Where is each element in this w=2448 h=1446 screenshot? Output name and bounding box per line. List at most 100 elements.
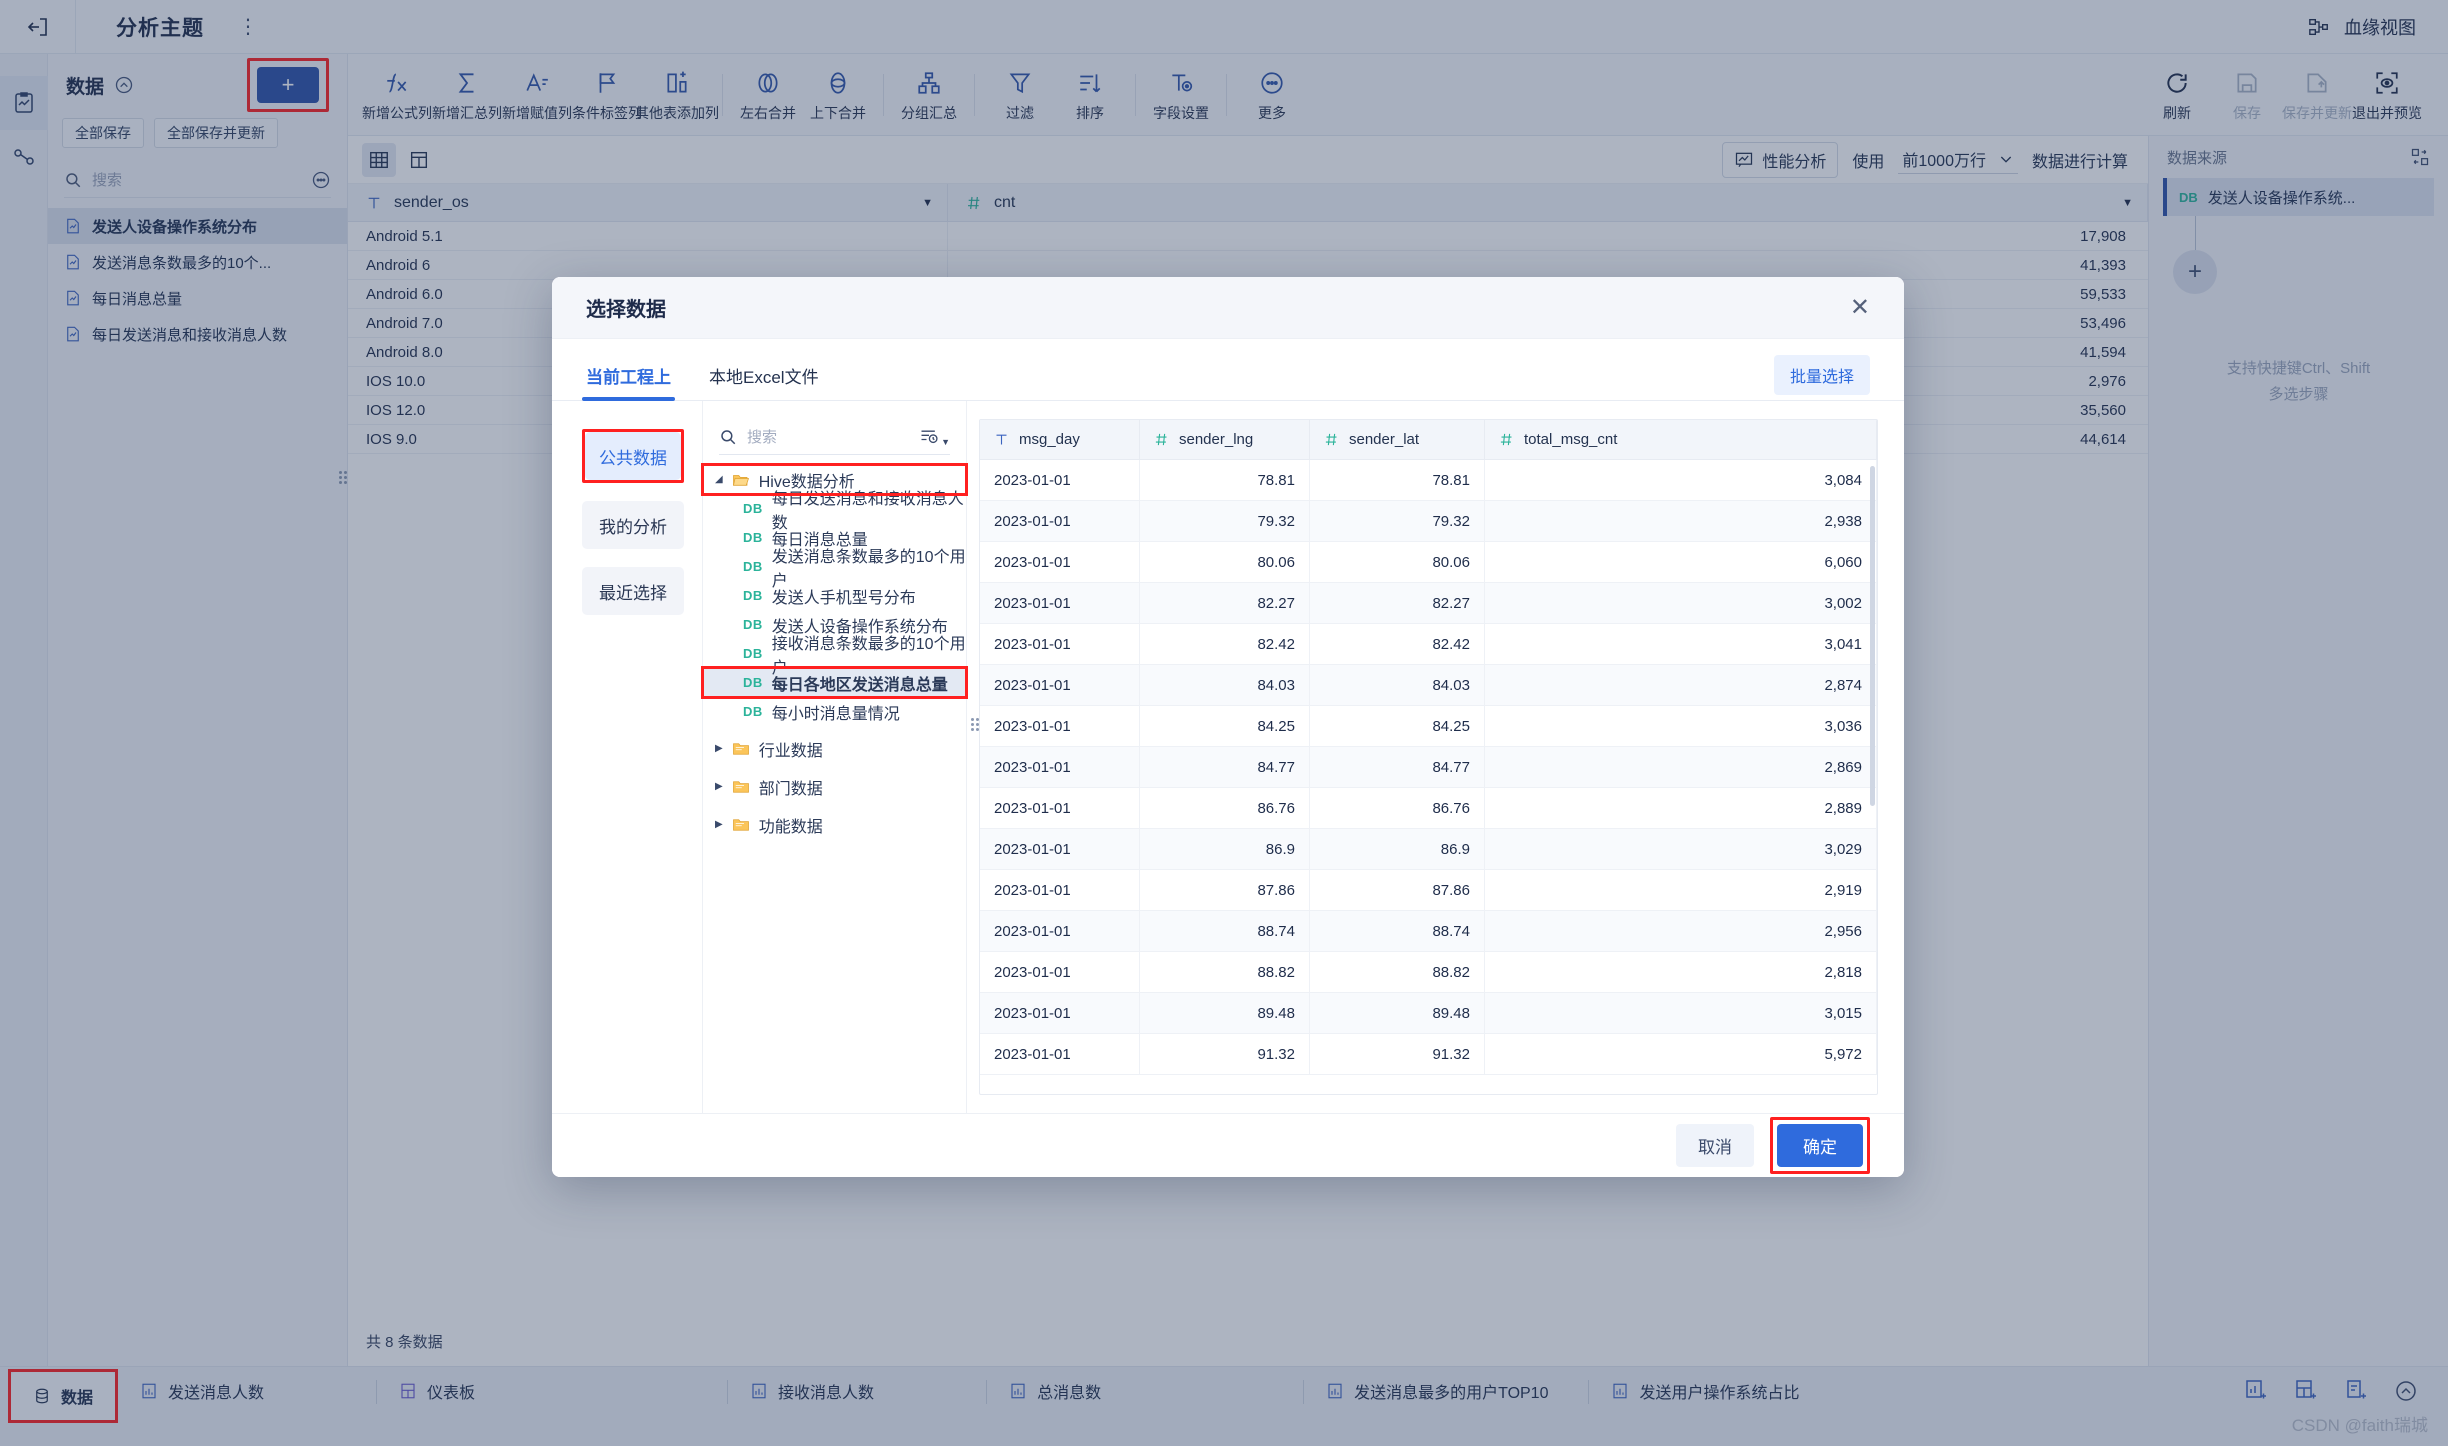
save-all-button[interactable]: 全部保存 (62, 118, 144, 148)
lineage-view-button[interactable]: 血缘视图 (2308, 14, 2416, 40)
grid-view-button[interactable] (362, 143, 396, 177)
batch-select-button[interactable]: 批量选择 (1774, 355, 1870, 395)
bottom-tab-data[interactable]: 数据 (11, 1372, 115, 1420)
toolbar-field-settings[interactable]: 字段设置 (1146, 67, 1216, 123)
tab-current-project[interactable]: 当前工程上 (586, 363, 671, 400)
recent-filter-icon[interactable]: ▼ (919, 427, 950, 447)
table-row[interactable]: 2023-01-0182.2782.273,002 (980, 583, 1877, 624)
toolbar-more[interactable]: 更多 (1237, 67, 1307, 123)
tab-local-excel[interactable]: 本地Excel文件 (709, 363, 819, 400)
row-limit-select[interactable]: 前1000万行 (1898, 145, 2018, 174)
tree-item-3[interactable]: DB 发送消息条数最多的10个用户 (703, 552, 966, 581)
structure-view-button[interactable] (402, 143, 436, 177)
table-row[interactable]: 2023-01-0179.3279.322,938 (980, 501, 1877, 542)
tree-item-selected[interactable]: DB 每日各地区发送消息总量 (703, 668, 966, 697)
sidebar-item-1[interactable]: 发送消息条数最多的10个... (48, 244, 347, 280)
save-all-update-button[interactable]: 全部保存并更新 (154, 118, 278, 148)
toolbar-save[interactable]: 保存 (2212, 67, 2282, 123)
tree-folder-function[interactable]: ▶ 功能数据 (703, 810, 966, 839)
preview-header-cell-1[interactable]: sender_lng (1140, 420, 1310, 459)
tree-item-6[interactable]: DB 接收消息条数最多的10个用户 (703, 639, 966, 668)
table-row[interactable]: 2023-01-0191.3291.325,972 (980, 1034, 1877, 1075)
toolbar-exit-preview[interactable]: 退出并预览 (2352, 67, 2422, 123)
back-button[interactable] (0, 0, 76, 54)
sidebar-item-3[interactable]: 每日发送消息和接收消息人数 (48, 316, 347, 352)
category-public-data[interactable]: 公共数据 (585, 432, 681, 480)
tree-item-8[interactable]: DB 每小时消息量情况 (703, 697, 966, 726)
bottom-tab-1[interactable]: 发送消息人数 (118, 1367, 286, 1415)
toolbar-merge-tb[interactable]: 上下合并 (803, 67, 873, 123)
bottom-tab-3[interactable]: 接收消息人数 (728, 1367, 896, 1415)
tree-splitter-handle[interactable] (971, 713, 979, 735)
table-row[interactable]: 2023-01-0186.986.93,029 (980, 829, 1877, 870)
add-data-button[interactable]: + (257, 67, 319, 103)
table-row[interactable]: 2023-01-0187.8687.862,919 (980, 870, 1877, 911)
toolbar-add-column-from-table[interactable]: 其他表添加列 (642, 67, 712, 123)
preview-header-cell-3[interactable]: total_msg_cnt (1485, 420, 1877, 459)
grid-header-cell-1[interactable]: cnt ▼ (948, 184, 2148, 221)
bottom-tab-4[interactable]: 总消息数 (987, 1367, 1123, 1415)
add-page-icon[interactable] (2344, 1379, 2368, 1403)
sidebar-search[interactable]: 搜索 (64, 162, 331, 198)
preview-header-cell-0[interactable]: msg_day (980, 420, 1140, 459)
table-row[interactable]: 2023-01-0184.2584.253,036 (980, 706, 1877, 747)
toolbar-new-summary-column[interactable]: 新增汇总列 (432, 67, 502, 123)
chart-icon (1009, 1382, 1027, 1400)
performance-analysis-button[interactable]: 性能分析 (1722, 142, 1838, 178)
chevron-down-icon[interactable]: ▼ (2122, 197, 2133, 209)
toolbar-refresh[interactable]: 刷新 (2142, 67, 2212, 123)
toolbar-label: 条件标签列 (572, 103, 642, 123)
toolbar-save-and-update[interactable]: 保存并更新 (2282, 67, 2352, 123)
chevron-down-icon[interactable]: ▼ (922, 197, 933, 209)
table-row[interactable]: 2023-01-0189.4889.483,015 (980, 993, 1877, 1034)
toolbar-sort[interactable]: 排序 (1055, 67, 1125, 123)
sidebar-item-0[interactable]: 发送人设备操作系统分布 (48, 208, 347, 244)
toolbar-label: 分组汇总 (901, 103, 957, 123)
table-row[interactable]: 2023-01-0188.8288.822,818 (980, 952, 1877, 993)
preview-header-cell-2[interactable]: sender_lat (1310, 420, 1485, 459)
close-icon[interactable]: ✕ (1850, 296, 1870, 320)
bottom-tab-6[interactable]: 发送用户操作系统占比 (1589, 1367, 1821, 1415)
toolbar-new-assign-column[interactable]: 新增赋值列 (502, 67, 572, 123)
tree-folder-department[interactable]: ▶ 部门数据 (703, 772, 966, 801)
add-dashboard-icon[interactable] (2294, 1379, 2318, 1403)
sidebar-item-2[interactable]: 每日消息总量 (48, 280, 347, 316)
category-my-analysis[interactable]: 我的分析 (582, 501, 684, 549)
collapse-icon[interactable] (114, 75, 134, 95)
table-row[interactable]: 2023-01-0186.7686.762,889 (980, 788, 1877, 829)
table-row[interactable]: 2023-01-0184.7784.772,869 (980, 747, 1877, 788)
toolbar-new-formula-column[interactable]: 新增公式列 (362, 67, 432, 123)
tree-item-1[interactable]: DB 每日发送消息和接收消息人数 (703, 494, 966, 523)
grid-header-cell-0[interactable]: sender_os ▼ (348, 184, 948, 221)
table-row[interactable]: 2023-01-0180.0680.066,060 (980, 542, 1877, 583)
table-row[interactable]: 2023-01-0182.4282.423,041 (980, 624, 1877, 665)
title-more-button[interactable]: ⋮ (238, 14, 259, 39)
switch-layout-icon[interactable] (2410, 147, 2430, 167)
category-recent[interactable]: 最近选择 (582, 567, 684, 615)
toolbar-filter[interactable]: 过滤 (985, 67, 1055, 123)
table-row[interactable]: Android 641,393 (348, 251, 2148, 280)
table-row[interactable]: 2023-01-0188.7488.742,956 (980, 911, 1877, 952)
tree-search-input[interactable]: 搜索 ▼ (719, 419, 950, 455)
rail-item-data-prep[interactable] (0, 76, 48, 130)
toolbar-merge-lr[interactable]: 左右合并 (733, 67, 803, 123)
add-step-button[interactable]: + (2173, 250, 2217, 294)
bottom-tab-5[interactable]: 发送消息最多的用户TOP10 (1304, 1367, 1570, 1415)
table-row[interactable]: 2023-01-0184.0384.032,874 (980, 665, 1877, 706)
add-chart-icon[interactable] (2244, 1379, 2268, 1403)
tree-folder-industry[interactable]: ▶ 行业数据 (703, 734, 966, 763)
confirm-button[interactable]: 确定 (1777, 1124, 1863, 1167)
toolbar-group-summary[interactable]: 分组汇总 (894, 67, 964, 123)
data-source-node[interactable]: DB 发送人设备操作系统... (2163, 178, 2434, 216)
rail-item-flow[interactable] (0, 130, 48, 184)
table-row[interactable]: Android 5.117,908 (348, 222, 2148, 251)
left-splitter-handle[interactable] (339, 466, 347, 488)
bottom-tab-2[interactable]: 仪表板 (377, 1367, 497, 1415)
table-row[interactable]: 2023-01-0178.8178.813,084 (980, 460, 1877, 501)
cancel-button[interactable]: 取消 (1676, 1124, 1754, 1167)
number-type-icon (966, 195, 982, 211)
preview-scrollbar[interactable] (1870, 466, 1875, 806)
sidebar-more-icon[interactable] (311, 170, 331, 190)
collapse-icon[interactable] (2394, 1379, 2418, 1403)
toolbar-condition-label-column[interactable]: 条件标签列 (572, 67, 642, 123)
